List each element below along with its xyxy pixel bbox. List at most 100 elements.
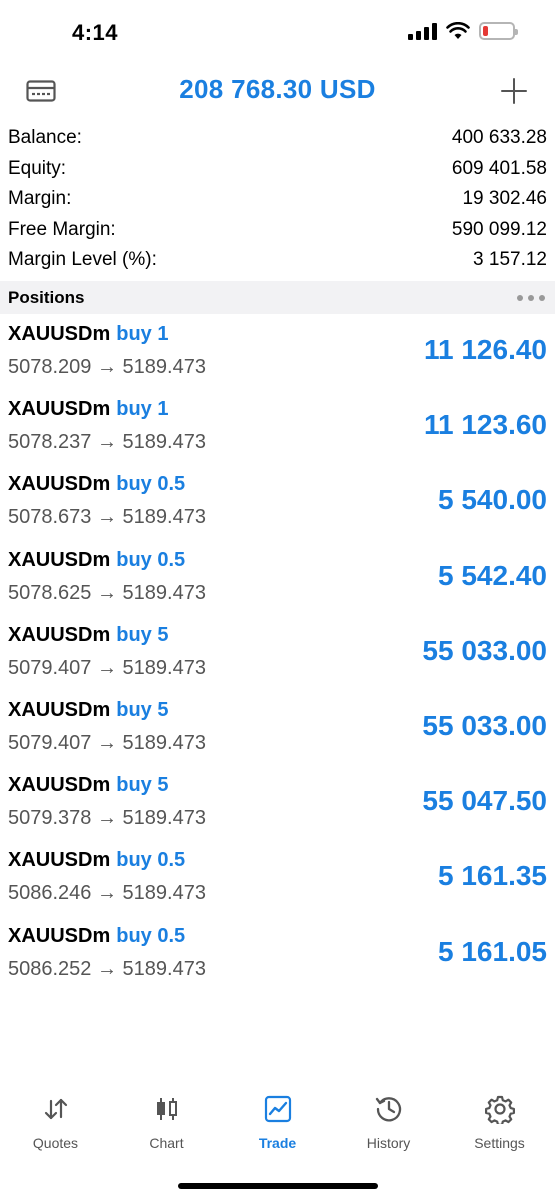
- position-symbol: XAUUSDm: [8, 623, 111, 646]
- position-profit: 5 161.35: [438, 860, 547, 892]
- wifi-icon: [446, 22, 470, 39]
- summary-value: 609 401.58: [451, 157, 547, 179]
- position-profit: 55 033.00: [422, 634, 547, 666]
- position-direction: buy 0.5: [116, 849, 186, 872]
- position-prices: 5079.378 → 5189.473: [8, 807, 206, 830]
- position-row[interactable]: XAUUSDm buy 1 5078.237 → 5189.473 11 123.…: [0, 395, 555, 470]
- position-prices: 5079.407 → 5189.473: [8, 656, 206, 679]
- status-bar: 4:14: [0, 0, 555, 68]
- battery-icon: [479, 22, 518, 40]
- tab-history[interactable]: History: [333, 1092, 444, 1162]
- summary-label: Equity:: [8, 157, 67, 179]
- bottom-tab-bar: Quotes Chart Trade History Settings: [0, 1092, 555, 1162]
- summary-row-margin-level: Margin Level (%): 3 157.12: [0, 245, 555, 276]
- position-row[interactable]: XAUUSDm buy 0.5 5078.625 → 5189.473 5 542…: [0, 546, 555, 621]
- position-symbol-line: XAUUSDm buy 1: [8, 323, 169, 346]
- status-time: 4:14: [72, 20, 119, 45]
- position-symbol: XAUUSDm: [8, 924, 111, 947]
- position-symbol: XAUUSDm: [8, 398, 111, 421]
- positions-title: Positions: [8, 287, 85, 307]
- position-profit: 55 047.50: [422, 785, 547, 817]
- position-symbol: XAUUSDm: [8, 548, 111, 571]
- summary-label: Margin:: [8, 188, 72, 210]
- position-direction: buy 0.5: [116, 924, 186, 947]
- position-prices: 5079.407 → 5189.473: [8, 731, 206, 754]
- position-direction: buy 0.5: [116, 473, 186, 496]
- position-symbol: XAUUSDm: [8, 323, 111, 345]
- summary-row-margin: Margin: 19 302.46: [0, 184, 555, 215]
- position-symbol-line: XAUUSDm buy 0.5: [8, 925, 185, 948]
- tab-quotes[interactable]: Quotes: [0, 1092, 111, 1162]
- position-symbol-line: XAUUSDm buy 5: [8, 699, 169, 722]
- summary-value: 400 633.28: [451, 127, 547, 149]
- position-symbol-line: XAUUSDm buy 0.5: [8, 549, 185, 572]
- position-prices: 5078.625 → 5189.473: [8, 581, 206, 604]
- account-header: 208 768.30 USD: [0, 68, 555, 116]
- summary-value: 590 099.12: [451, 218, 547, 240]
- position-direction: buy 5: [116, 698, 169, 721]
- gear-icon: [483, 1092, 517, 1126]
- account-equity-title: 208 768.30 USD: [179, 74, 376, 104]
- position-row[interactable]: XAUUSDm buy 5 5079.378 → 5189.473 55 047.…: [0, 771, 555, 846]
- summary-label: Margin Level (%):: [8, 249, 157, 271]
- position-symbol: XAUUSDm: [8, 774, 111, 797]
- position-prices: 5086.252 → 5189.473: [8, 957, 206, 980]
- position-direction: buy 1: [116, 398, 169, 421]
- position-symbol-line: XAUUSDm buy 0.5: [8, 473, 185, 496]
- tab-label: Quotes: [32, 1135, 79, 1151]
- position-profit: 5 542.40: [438, 559, 547, 591]
- position-profit: 11 123.60: [423, 409, 547, 441]
- plus-icon[interactable]: [501, 78, 527, 104]
- position-profit: 55 033.00: [422, 709, 547, 741]
- home-indicator[interactable]: [178, 1183, 378, 1189]
- summary-row-balance: Balance: 400 633.28: [0, 123, 555, 154]
- position-row[interactable]: XAUUSDm buy 5 5079.407 → 5189.473 55 033.…: [0, 696, 555, 771]
- tab-settings[interactable]: Settings: [444, 1092, 555, 1162]
- cellular-signal-icon: [408, 22, 437, 40]
- tab-label: Trade: [258, 1135, 297, 1151]
- position-profit: 11 126.40: [423, 334, 547, 365]
- positions-section-header: Positions: [0, 281, 555, 314]
- summary-label: Free Margin:: [8, 218, 116, 240]
- position-direction: buy 5: [116, 623, 169, 646]
- more-dots-icon[interactable]: [517, 294, 545, 301]
- tab-label: Chart: [149, 1135, 184, 1151]
- quotes-arrows-icon: [39, 1092, 73, 1126]
- position-prices: 5078.209 → 5189.473: [8, 356, 206, 378]
- positions-list: XAUUSDm buy 1 5078.209 → 5189.473 11 126.…: [0, 320, 555, 997]
- position-prices: 5078.237 → 5189.473: [8, 431, 206, 454]
- position-symbol-line: XAUUSDm buy 0.5: [8, 849, 185, 872]
- position-row[interactable]: XAUUSDm buy 0.5 5086.252 → 5189.473 5 161…: [0, 922, 555, 997]
- position-row[interactable]: XAUUSDm buy 1 5078.209 → 5189.473 11 126.…: [0, 320, 555, 395]
- position-symbol: XAUUSDm: [8, 698, 111, 721]
- position-row[interactable]: XAUUSDm buy 5 5079.407 → 5189.473 55 033.…: [0, 621, 555, 696]
- position-profit: 5 540.00: [438, 484, 547, 516]
- position-prices: 5078.673 → 5189.473: [8, 506, 206, 529]
- position-profit: 5 161.05: [438, 935, 547, 967]
- position-symbol: XAUUSDm: [8, 849, 111, 872]
- trade-line-chart-icon: [261, 1092, 295, 1126]
- account-summary: Balance: 400 633.28 Equity: 609 401.58 M…: [0, 123, 555, 276]
- summary-value: 3 157.12: [473, 249, 547, 271]
- summary-value: 19 302.46: [462, 188, 547, 210]
- tab-chart[interactable]: Chart: [111, 1092, 222, 1162]
- status-icons: [408, 22, 518, 40]
- position-direction: buy 5: [116, 774, 169, 797]
- summary-row-equity: Equity: 609 401.58: [0, 154, 555, 185]
- position-symbol-line: XAUUSDm buy 5: [8, 774, 169, 797]
- position-row[interactable]: XAUUSDm buy 0.5 5078.673 → 5189.473 5 540…: [0, 470, 555, 545]
- position-symbol: XAUUSDm: [8, 473, 111, 496]
- history-clock-icon: [372, 1092, 406, 1126]
- candlestick-chart-icon: [150, 1092, 184, 1126]
- position-symbol-line: XAUUSDm buy 1: [8, 398, 169, 421]
- tab-trade[interactable]: Trade: [222, 1092, 333, 1162]
- tab-label: History: [366, 1135, 411, 1151]
- position-row[interactable]: XAUUSDm buy 0.5 5086.246 → 5189.473 5 161…: [0, 846, 555, 921]
- position-direction: buy 0.5: [116, 548, 186, 571]
- position-prices: 5086.246 → 5189.473: [8, 882, 206, 905]
- position-symbol-line: XAUUSDm buy 5: [8, 624, 169, 647]
- summary-label: Balance:: [8, 127, 82, 149]
- tab-label: Settings: [474, 1135, 525, 1151]
- summary-row-free-margin: Free Margin: 590 099.12: [0, 215, 555, 246]
- position-direction: buy 1: [116, 323, 169, 345]
